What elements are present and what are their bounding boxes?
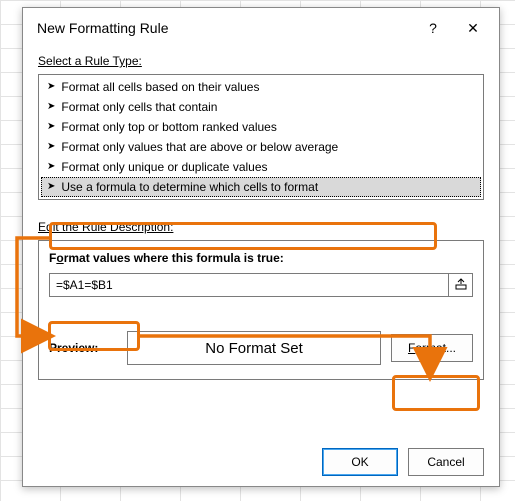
cancel-button[interactable]: Cancel: [408, 448, 484, 476]
close-button[interactable]: ✕: [453, 12, 493, 44]
help-icon: ?: [429, 20, 437, 36]
bullet-arrow-icon: ➤: [47, 82, 55, 92]
range-picker-button[interactable]: [449, 273, 473, 297]
rule-type-item[interactable]: ➤ Format only values that are above or b…: [41, 137, 481, 157]
select-rule-type-label: Select a Rule Type:: [38, 54, 484, 68]
formula-input[interactable]: [49, 273, 449, 297]
rule-type-label: Use a formula to determine which cells t…: [61, 180, 318, 194]
rule-type-label: Format all cells based on their values: [61, 80, 259, 94]
rule-type-label: Format only top or bottom ranked values: [61, 120, 276, 134]
rule-type-label: Format only unique or duplicate values: [61, 160, 267, 174]
rule-type-item-selected[interactable]: ➤ Use a formula to determine which cells…: [41, 177, 481, 197]
dialog-titlebar: New Formatting Rule ? ✕: [23, 8, 499, 48]
close-icon: ✕: [467, 20, 479, 37]
new-formatting-rule-dialog: New Formatting Rule ? ✕ Select a Rule Ty…: [22, 7, 500, 487]
rule-type-item[interactable]: ➤ Format only unique or duplicate values: [41, 157, 481, 177]
bullet-arrow-icon: ➤: [47, 182, 55, 192]
rule-type-item[interactable]: ➤ Format only cells that contain: [41, 97, 481, 117]
dialog-title: New Formatting Rule: [37, 20, 413, 36]
format-button[interactable]: Format...: [391, 334, 473, 362]
dialog-footer: OK Cancel: [23, 438, 499, 486]
preview-label: Preview:: [49, 341, 117, 355]
rule-type-item[interactable]: ➤ Format all cells based on their values: [41, 77, 481, 97]
collapse-dialog-icon: [455, 278, 467, 293]
dialog-content: Select a Rule Type: ➤ Format all cells b…: [23, 48, 499, 438]
rule-type-list: ➤ Format all cells based on their values…: [38, 74, 484, 200]
rule-type-label: Format only cells that contain: [61, 100, 217, 114]
rule-type-label: Format only values that are above or bel…: [61, 140, 338, 154]
rule-description-box: Format values where this formula is true…: [38, 240, 484, 380]
preview-box: No Format Set: [127, 331, 381, 365]
bullet-arrow-icon: ➤: [47, 162, 55, 172]
bullet-arrow-icon: ➤: [47, 102, 55, 112]
preview-row: Preview: No Format Set Format...: [49, 331, 473, 365]
formula-heading: Format values where this formula is true…: [49, 251, 473, 265]
formula-row: [49, 273, 473, 297]
ok-button[interactable]: OK: [322, 448, 398, 476]
bullet-arrow-icon: ➤: [47, 142, 55, 152]
rule-type-item[interactable]: ➤ Format only top or bottom ranked value…: [41, 117, 481, 137]
edit-rule-description-label: Edit the Rule Description:: [38, 220, 484, 234]
bullet-arrow-icon: ➤: [47, 122, 55, 132]
help-button[interactable]: ?: [413, 12, 453, 44]
